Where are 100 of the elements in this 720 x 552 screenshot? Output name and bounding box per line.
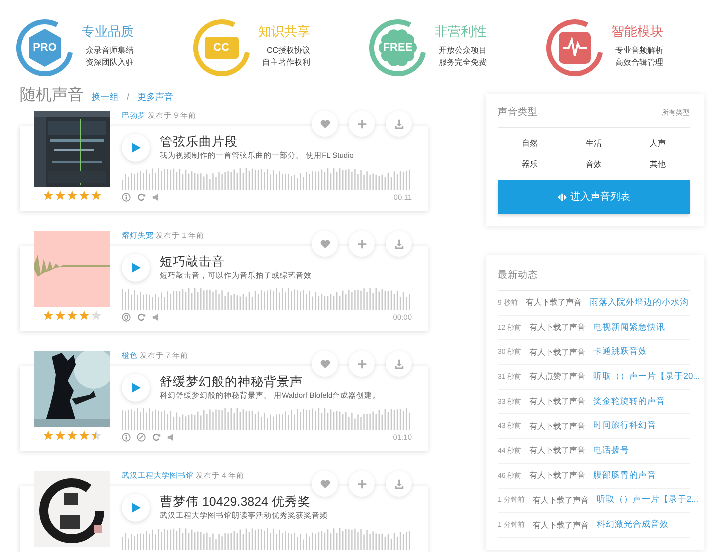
play-icon (131, 143, 141, 153)
play-icon (131, 503, 141, 513)
heart-icon (320, 118, 330, 130)
slashed-circle-icon (137, 433, 146, 442)
repeat-icon[interactable] (152, 433, 161, 442)
activity-action: 有人点赞了声音 (530, 371, 586, 382)
category-link[interactable]: 音效 (562, 159, 626, 170)
feature-line: CC授权协议 (266, 44, 310, 56)
sound-link[interactable]: 卡通跳跃音效 (594, 346, 648, 358)
star-icon (54, 190, 66, 201)
sound-link[interactable]: 时间旅行科幻音 (594, 420, 657, 432)
star-icon (54, 310, 66, 321)
sound-link[interactable]: 科幻激光合成音效 (596, 519, 669, 532)
heart-icon (320, 238, 330, 250)
feature-title: 专业品质 (82, 22, 134, 40)
feature-line: 自主著作权利 (262, 56, 310, 68)
star-icon (66, 430, 78, 441)
download-button[interactable] (386, 231, 412, 257)
badge-label: FREE (382, 40, 414, 54)
heart-icon (320, 478, 330, 490)
audio-icon (558, 192, 566, 202)
star-icon (42, 310, 54, 321)
category-link[interactable]: 生活 (562, 138, 626, 149)
play-button[interactable] (122, 254, 150, 282)
badge-label: PRO (32, 40, 58, 54)
star-icon (78, 190, 90, 201)
like-button[interactable] (312, 471, 338, 497)
star-icon (90, 190, 102, 201)
add-button[interactable] (349, 351, 375, 377)
like-button[interactable] (312, 231, 338, 257)
category-link[interactable]: 器乐 (498, 159, 562, 170)
play-icon (131, 263, 141, 273)
plus-icon (356, 118, 368, 130)
activity-action: 有人下载了声音 (530, 445, 586, 456)
like-button[interactable] (312, 351, 338, 377)
feature-line: 服务完全免费 (439, 56, 487, 68)
volume-icon[interactable] (152, 313, 161, 322)
volume-icon[interactable] (152, 193, 161, 202)
sound-link[interactable]: 电视新闻紧急快讯 (594, 322, 666, 334)
activity-action: 有人下载了声音 (530, 470, 586, 482)
sound-link[interactable]: 听取（）声一片【录于2... (596, 494, 699, 506)
separator: / (127, 92, 130, 102)
download-icon (394, 118, 404, 130)
feature-title: 非营利性 (435, 22, 487, 40)
category-link[interactable]: 人声 (626, 138, 690, 149)
volume-icon[interactable] (167, 433, 176, 442)
star-icon (90, 430, 102, 441)
play-button[interactable] (122, 134, 150, 162)
download-button[interactable] (386, 351, 412, 377)
star-icon (78, 310, 90, 321)
heart-icon (320, 358, 330, 370)
download-button[interactable] (386, 471, 412, 497)
repeat-icon[interactable] (137, 193, 146, 202)
category-link[interactable]: 自然 (498, 138, 562, 149)
feature-line: 众录音师集结 (86, 44, 134, 56)
sound-title: 管弦乐曲片段 (160, 134, 239, 150)
feature-title: 知识共享 (258, 22, 310, 40)
sound-link[interactable]: 雨落入院外墙边的小水沟 (590, 296, 689, 309)
activity-action: 有人下载了声音 (532, 520, 589, 531)
section-title: 随机声音 (20, 86, 84, 106)
sound-title: 曹梦伟 10429.3824 优秀奖 (160, 494, 312, 510)
sound-link[interactable]: 腹部肠胃的声音 (594, 470, 657, 482)
more-link[interactable]: 更多声音 (138, 91, 174, 104)
panel-title: 声音类型 (498, 106, 538, 119)
plus-icon (356, 478, 368, 490)
star-icon (54, 430, 66, 441)
activity-action: 有人下载了声音 (530, 346, 586, 358)
download-icon (394, 358, 404, 370)
activity-action: 有人下载了声音 (530, 322, 586, 334)
feature-line: 开放公众项目 (439, 44, 487, 56)
activity-action: 有人下载了声音 (530, 396, 586, 408)
add-button[interactable] (349, 471, 375, 497)
shuffle-link[interactable]: 换一组 (92, 91, 119, 104)
activity-action: 有人下载了声音 (526, 297, 582, 308)
download-button[interactable] (386, 111, 412, 137)
sound-link[interactable]: 听取（）声一片【录于20... (594, 370, 700, 383)
star-icon (66, 190, 78, 201)
star-icon (42, 190, 54, 201)
download-icon (394, 478, 404, 490)
play-button[interactable] (122, 374, 150, 402)
feature-line: 专业音频解析 (616, 44, 664, 56)
feature-line: 资深团队入驻 (86, 56, 134, 68)
category-link[interactable]: 其他 (626, 159, 690, 170)
plus-icon (356, 238, 368, 250)
like-button[interactable] (312, 111, 338, 137)
repeat-icon[interactable] (137, 313, 146, 322)
add-button[interactable] (349, 231, 375, 257)
download-icon (394, 238, 404, 250)
sound-title: 舒缓梦幻般的神秘背景声 (160, 374, 304, 390)
star-icon (66, 310, 78, 321)
badge-label: CC (212, 40, 230, 54)
sound-link[interactable]: 电话拨号 (594, 444, 630, 457)
play-button[interactable] (122, 494, 150, 522)
enter-list-button[interactable]: 进入声音列表 (498, 180, 690, 214)
activity-action: 有人下载了声音 (532, 494, 589, 506)
sound-link[interactable]: 奖金轮旋转的声音 (594, 396, 666, 408)
plus-icon (356, 358, 368, 370)
add-button[interactable] (349, 111, 375, 137)
panel-title: 最新动态 (498, 269, 538, 282)
activity-action: 有人下载了声音 (530, 420, 586, 432)
